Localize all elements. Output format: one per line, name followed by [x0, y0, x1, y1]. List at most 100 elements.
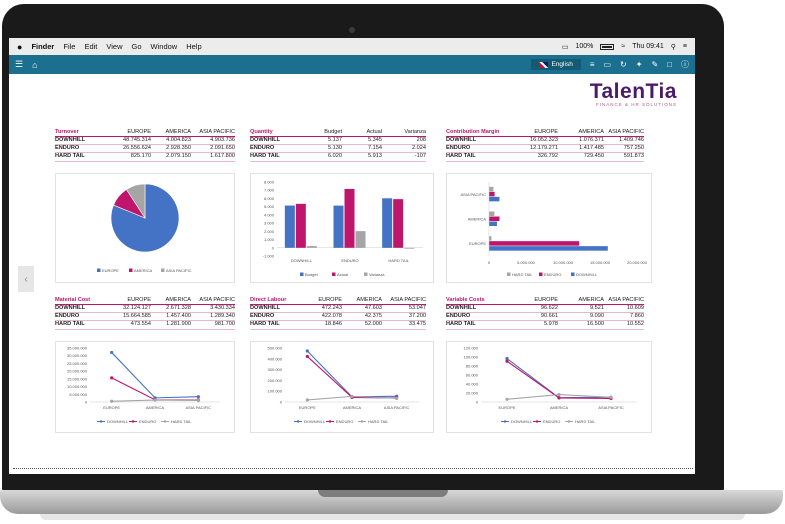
- menu-help[interactable]: Help: [186, 42, 201, 51]
- legend-label: DOWNHILL: [511, 419, 533, 424]
- y-tick-label: 80.000: [466, 364, 479, 369]
- legend-marker: [360, 420, 364, 423]
- home-icon[interactable]: ⌂: [32, 60, 37, 70]
- wifi-icon[interactable]: ≈: [621, 43, 625, 50]
- table-cell: 1.076.371: [579, 137, 604, 143]
- point-hard-tail: [350, 394, 354, 398]
- language-label: English: [551, 61, 573, 68]
- table-row: ENDURO 422.078 42.375 37.200: [250, 313, 426, 322]
- table-row: HARD TAIL 825.170 2.079.150 1.617.800: [55, 153, 235, 162]
- x-tick-label: 15.000.000: [590, 260, 611, 265]
- menu-window[interactable]: Window: [151, 42, 178, 51]
- y-tick-label: 0: [476, 400, 479, 405]
- table-header: Direct Labour EUROPE AMERICA ASIA PACIFIC: [250, 297, 426, 305]
- monitor-icon[interactable]: ▭: [603, 60, 611, 69]
- legend-label: HARD TAIL: [512, 272, 533, 277]
- table-cell: 12.179.271: [530, 145, 558, 152]
- refresh-icon[interactable]: ↻: [620, 60, 627, 69]
- edit-icon[interactable]: ✎: [651, 60, 658, 69]
- legend-marker: [503, 420, 507, 423]
- y-tick-label: 400.000: [268, 356, 283, 361]
- menu-edit[interactable]: Edit: [84, 42, 97, 51]
- table-row: HARD TAIL 18.846 52.000 33.475: [250, 321, 426, 330]
- menu-file[interactable]: File: [63, 42, 75, 51]
- table-cell: 1.417.485: [579, 145, 604, 152]
- column-header: EUROPE: [534, 129, 558, 135]
- table-row: DOWNHILL 5.137 5.345 208: [250, 137, 426, 146]
- y-tick-label: 1.000: [264, 237, 275, 242]
- legend-marker: [296, 420, 300, 423]
- legend-label: Budget: [305, 272, 319, 277]
- table-cell: 1.281.900: [166, 321, 191, 328]
- previous-page-button[interactable]: ‹: [18, 266, 34, 292]
- legend-label: Varianza: [369, 272, 385, 277]
- bar-varianza: [355, 231, 366, 248]
- column-header: AMERICA: [578, 129, 605, 135]
- table-cell: 473.554: [130, 321, 151, 328]
- spotlight-search-icon[interactable]: ⚲: [671, 43, 676, 51]
- legend-swatch: [364, 272, 368, 276]
- point-downhill: [110, 350, 114, 355]
- pin-icon[interactable]: ✦: [636, 60, 643, 69]
- variable-costs-line-chart: 120.000 100.000 80.000 60.000 40.000 20.000 0 E…: [446, 341, 652, 433]
- row-label: HARD TAIL: [250, 321, 280, 328]
- table-cell: 6.020: [328, 153, 342, 160]
- legend-label: ENDURO: [544, 272, 561, 277]
- table-title: Turnover: [55, 129, 79, 135]
- table-cell: 2.079.150: [166, 153, 191, 160]
- language-selector[interactable]: English: [531, 59, 581, 70]
- table-cell: 9.090: [590, 313, 604, 320]
- y-tick-label: 120.000: [464, 346, 479, 351]
- y-tick-label: AMERICA: [468, 217, 487, 222]
- turnover-pie-chart: EUROPE AMERICA ASIA PACIFIC: [55, 173, 235, 283]
- notification-center-icon[interactable]: ≡: [683, 43, 687, 50]
- row-label: ENDURO: [55, 313, 80, 320]
- legend-marker: [535, 420, 539, 423]
- table-cell: 18.846: [324, 321, 342, 328]
- table-cell: 2.928.350: [166, 145, 191, 152]
- y-tick-label: 7.000: [264, 188, 275, 193]
- table-cell: 37.200: [408, 313, 426, 320]
- copy-icon[interactable]: □: [667, 60, 672, 69]
- y-tick-label: 100.000: [268, 389, 283, 394]
- direct-labour-table: Direct Labour EUROPE AMERICA ASIA PACIFIC DO…: [250, 297, 426, 330]
- legend-label: DOWNHILL: [304, 419, 326, 424]
- line-enduro: [306, 356, 397, 399]
- menu-go[interactable]: Go: [132, 42, 142, 51]
- menubar-clock[interactable]: Thu 09:41: [632, 43, 664, 50]
- legend-label: EUROPE: [102, 268, 119, 273]
- legend-label: HARD TAIL: [368, 419, 389, 424]
- x-tick-label: 10.000.000: [553, 260, 574, 265]
- apple-icon[interactable]: ●: [17, 42, 22, 52]
- menu-view[interactable]: View: [106, 42, 122, 51]
- table-cell: 48.745.314: [123, 137, 151, 143]
- list-icon[interactable]: ≡: [590, 60, 595, 69]
- table-cell: 208: [416, 137, 426, 143]
- y-tick-label: 2.000: [264, 229, 275, 234]
- hamburger-menu-icon[interactable]: ☰: [15, 59, 23, 70]
- bar-budget: [284, 205, 295, 248]
- row-label: DOWNHILL: [446, 305, 477, 311]
- row-label: ENDURO: [250, 313, 275, 320]
- table-cell: 5.130: [328, 145, 342, 152]
- airplay-icon[interactable]: ▭: [562, 43, 569, 51]
- hbar-enduro: [489, 216, 500, 221]
- table-row: DOWNHILL 48.745.314 4.004.823 4.903.736: [55, 137, 235, 146]
- battery-icon[interactable]: [600, 43, 615, 50]
- info-icon[interactable]: ⓘ: [681, 59, 689, 70]
- app-toolbar: ☰ ⌂ English ≡ ▭ ↻ ✦ ✎ □ ⓘ: [9, 55, 695, 74]
- y-tick-label: 5.000.000: [69, 392, 88, 397]
- table-cell: 7.860: [630, 313, 644, 320]
- table-cell: 26.556.624: [123, 145, 151, 152]
- y-tick-label: 8.000: [264, 180, 275, 185]
- menu-finder[interactable]: Finder: [31, 42, 54, 51]
- x-tick-label: HARD TAIL: [388, 258, 409, 263]
- legend-label: AMERICA: [134, 268, 153, 273]
- turnover-table: Turnover EUROPE AMERICA ASIA PACIFIC DOWNHIL…: [55, 129, 235, 162]
- legend-swatch: [332, 272, 336, 276]
- column-header: EUROPE: [534, 297, 558, 303]
- hbar-hard-tail: [489, 236, 492, 241]
- line-svg: 500.000 400.000 300.000 200.000 100.000 0 EURO…: [268, 346, 419, 424]
- y-tick-label: 5.000: [264, 204, 275, 209]
- row-label: HARD TAIL: [446, 153, 476, 160]
